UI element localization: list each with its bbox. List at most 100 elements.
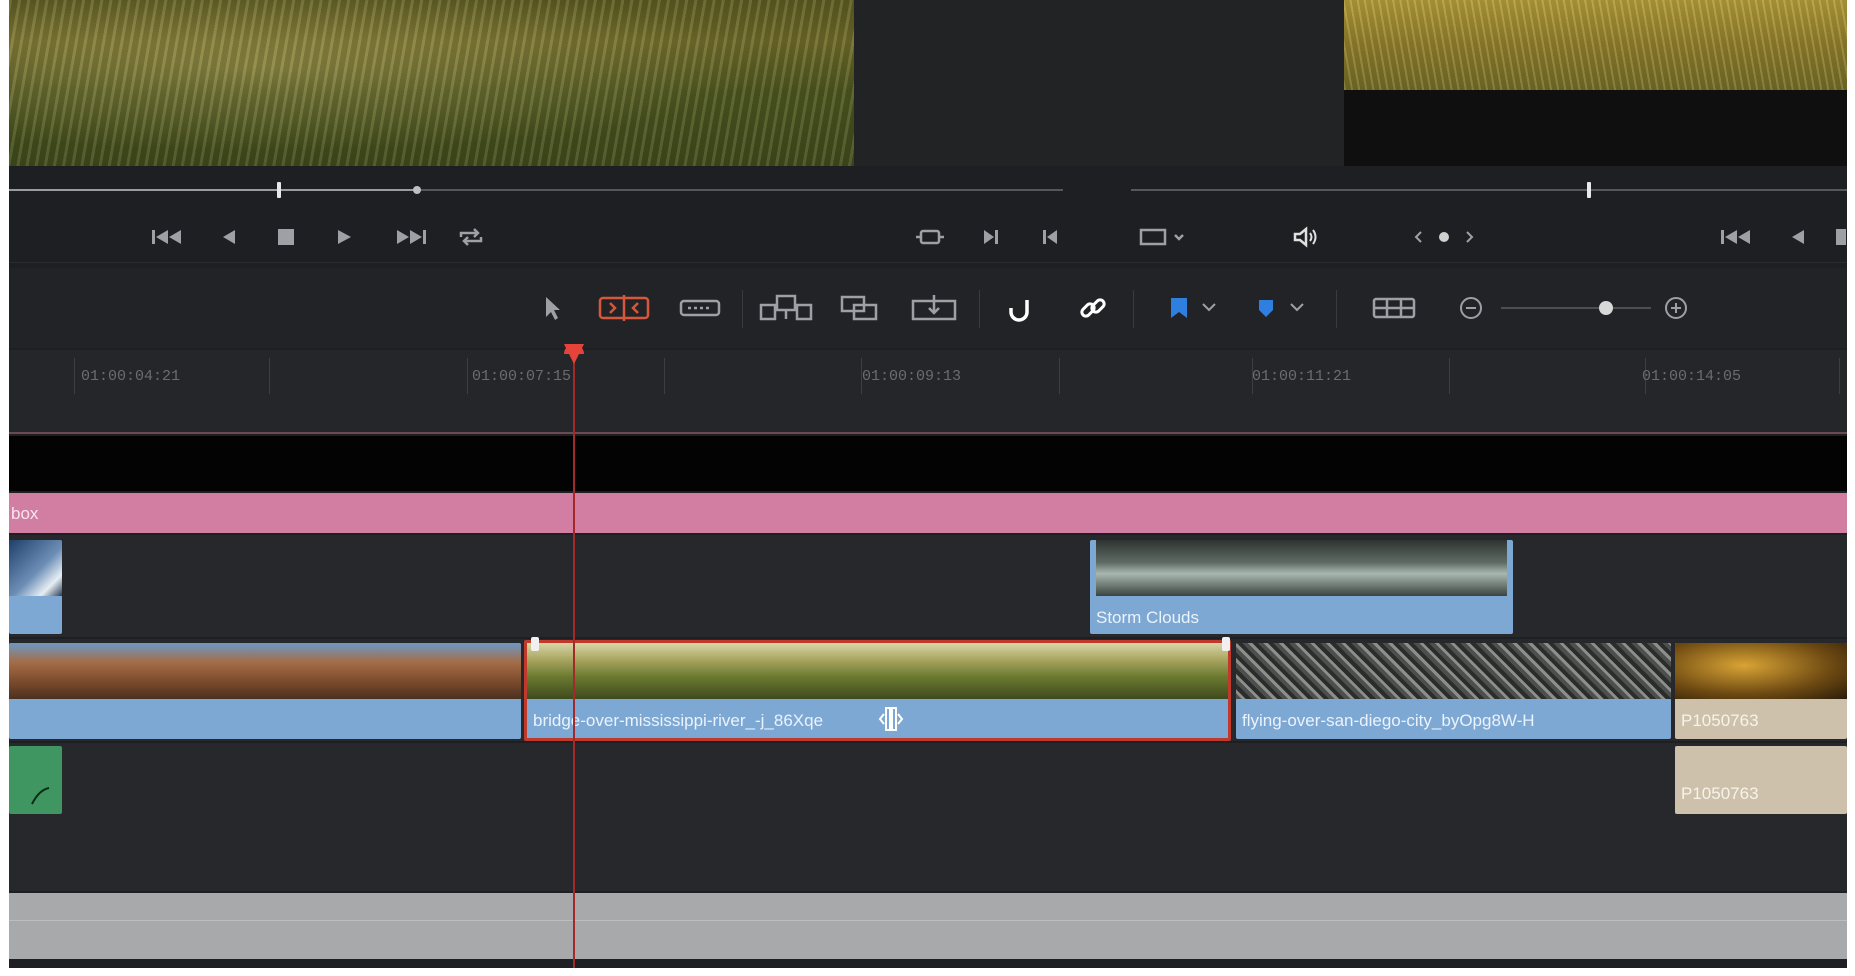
resolve-edit-page: 01:00:04:21 01:00:07:15 01:00:09:13 01:0… — [9, 0, 1847, 968]
clip-desert-cliffs[interactable] — [9, 643, 521, 739]
audio-button[interactable] — [1289, 222, 1323, 252]
insert-clip-button[interactable] — [758, 290, 814, 326]
timeline-ruler[interactable] — [9, 350, 1847, 434]
jump-to-end-icon — [397, 230, 426, 244]
stop-icon — [278, 229, 294, 245]
clip-p1050763-audio[interactable]: P1050763 — [1675, 746, 1847, 814]
blade-edit-mode-button[interactable] — [677, 290, 723, 326]
toolbar-divider — [979, 290, 980, 328]
replace-clip-button[interactable] — [909, 290, 959, 326]
play-button[interactable] — [327, 222, 361, 252]
clip-thumbnail — [527, 643, 1228, 699]
zoom-slider-handle[interactable] — [1599, 301, 1613, 315]
overwrite-clip-button[interactable] — [837, 290, 883, 326]
timeline-scrollbar[interactable] — [9, 893, 1847, 959]
viewer-size-dropdown[interactable] — [1134, 222, 1194, 252]
toolbar-divider — [1133, 290, 1134, 328]
audio-track-1 — [9, 743, 1847, 891]
jump-to-start-button[interactable] — [150, 222, 184, 252]
source-playhead-handle[interactable] — [277, 182, 281, 198]
clip-in-handle[interactable] — [531, 637, 539, 651]
next-edit-button[interactable] — [974, 222, 1008, 252]
source-viewer[interactable] — [9, 0, 854, 166]
empty-track-area — [9, 436, 1847, 491]
snapping-icon — [1009, 300, 1029, 322]
clip-thumbnail — [9, 540, 62, 596]
clip-storm-clouds[interactable]: Storm Clouds — [1090, 540, 1513, 634]
clip-p1050763-video[interactable]: P1050763 — [1675, 643, 1847, 739]
zoom-slider-track[interactable] — [1501, 307, 1651, 309]
insert-clip-icon — [759, 294, 813, 321]
title-clip[interactable] — [9, 493, 1847, 533]
timeline-jump-to-start-button[interactable] — [1719, 222, 1753, 252]
match-frame-icon — [916, 229, 944, 245]
ruler-tick — [664, 358, 665, 394]
timeline-view-options-icon — [1372, 297, 1416, 319]
overwrite-clip-icon — [840, 295, 878, 321]
zoom-in-button[interactable] — [1661, 290, 1691, 326]
zoom-out-button[interactable] — [1456, 290, 1486, 326]
selection-mode-icon — [546, 297, 560, 320]
ruler-tick — [74, 358, 75, 394]
toolbar-divider — [742, 290, 743, 328]
timeline-scrub-handle[interactable] — [1587, 182, 1591, 198]
clip-thumbnail — [1675, 643, 1847, 699]
trim-edit-mode-button[interactable] — [597, 290, 651, 326]
transport-divider — [9, 262, 1847, 263]
stop-button[interactable] — [269, 222, 303, 252]
clip-flying-san-diego[interactable]: flying-over-san-diego-city_byOpg8W-H — [1236, 643, 1671, 739]
play-icon — [338, 230, 351, 244]
ruler-timecode: 01:00:11:21 — [1252, 368, 1352, 385]
marker-icon — [1259, 300, 1304, 317]
loop-button[interactable] — [454, 222, 488, 252]
ruler-timecode: 01:00:07:15 — [472, 368, 572, 385]
flag-dropdown[interactable] — [1164, 290, 1224, 326]
clip-name: P1050763 — [1681, 784, 1759, 803]
timeline-viewer[interactable] — [1344, 0, 1847, 166]
ruler-tick — [1059, 358, 1060, 394]
toolbar-divider — [1336, 290, 1337, 328]
jump-to-start-icon — [152, 230, 181, 244]
timeline-viewer-frame — [1344, 0, 1847, 90]
source-scrub-range — [9, 189, 417, 191]
clip-v2-left[interactable] — [9, 540, 62, 634]
linked-selection-toggle[interactable] — [1075, 290, 1111, 326]
scrollbar-divider — [9, 920, 1847, 921]
clip-out-handle[interactable] — [1222, 637, 1230, 651]
source-out-point[interactable] — [413, 186, 421, 194]
ruler-timecode: 01:00:09:13 — [862, 368, 962, 385]
replace-clip-icon — [911, 295, 957, 321]
next-edit-icon — [984, 230, 998, 244]
jump-to-end-button[interactable] — [394, 222, 428, 252]
timeline-stop-button[interactable] — [1829, 222, 1847, 252]
clip-name: Storm Clouds — [1096, 608, 1199, 627]
flag-icon — [1171, 298, 1216, 318]
jog-control[interactable] — [1404, 222, 1484, 252]
ruler-tick — [1449, 358, 1450, 394]
clip-name: bridge-over-mississippi-river_-j_86Xqe — [533, 711, 824, 730]
clip-thumbnail — [9, 643, 521, 699]
ruler-timecode: 01:00:14:05 — [1642, 368, 1742, 385]
clip-thumbnail — [1096, 540, 1507, 596]
timeline-reverse-play-button[interactable] — [1781, 222, 1815, 252]
clip-thumbnail — [1236, 643, 1671, 699]
selection-mode-button[interactable] — [534, 290, 570, 326]
blade-edit-mode-icon — [679, 299, 721, 317]
marker-dropdown[interactable] — [1252, 290, 1312, 326]
audio-icon — [1293, 226, 1317, 248]
trim-edit-mode-icon — [598, 295, 650, 321]
timeline-view-options-button[interactable] — [1369, 290, 1419, 326]
timeline-scrub-track[interactable] — [1131, 189, 1847, 191]
video-track-2 — [9, 535, 1847, 637]
previous-edit-button[interactable] — [1033, 222, 1067, 252]
clip-name: flying-over-san-diego-city_byOpg8W-H — [1242, 711, 1535, 730]
ruler-tick — [1839, 358, 1840, 394]
ruler-tick — [269, 358, 270, 394]
zoom-out-icon — [1460, 297, 1482, 319]
ruler-tick — [467, 358, 468, 394]
snapping-toggle[interactable] — [1001, 290, 1037, 326]
match-frame-button[interactable] — [913, 222, 947, 252]
clip-audio-left[interactable] — [9, 746, 62, 814]
trim-cursor-icon — [876, 704, 906, 734]
reverse-play-button[interactable] — [212, 222, 246, 252]
